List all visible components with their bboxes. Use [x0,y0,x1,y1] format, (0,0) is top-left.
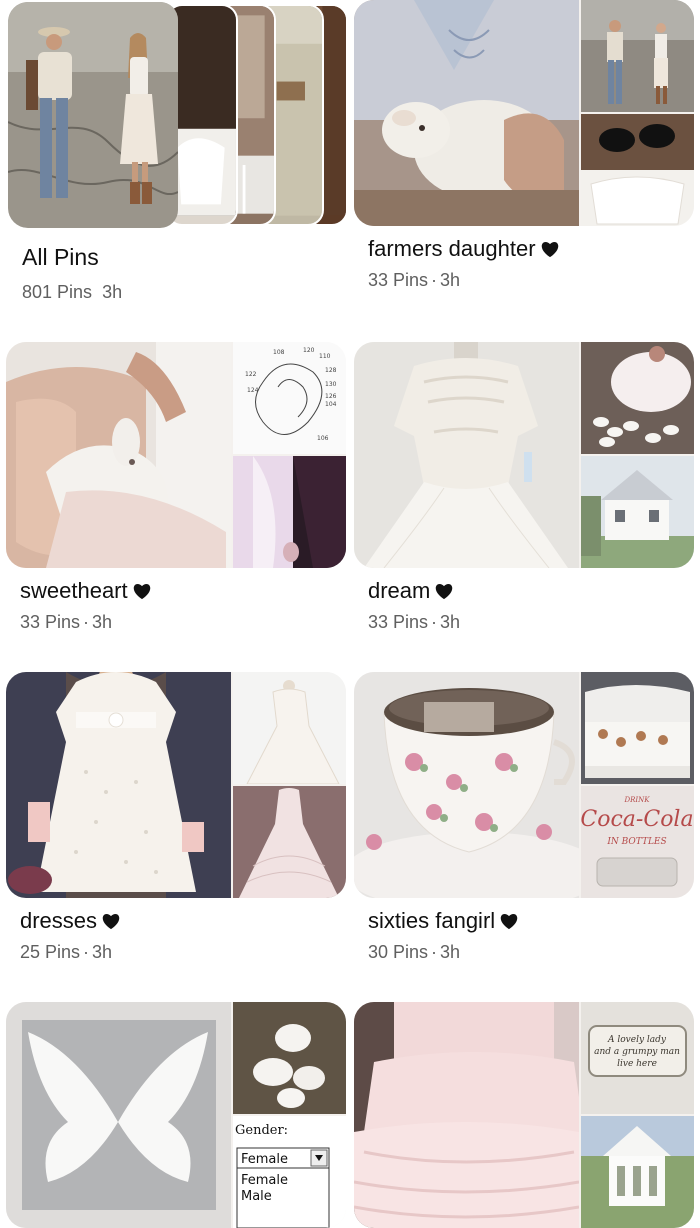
cover-image-main [354,1002,579,1228]
board-title: sweetheart [20,578,152,604]
board-sweetheart[interactable]: 108 120 110 122 128 124 130 126 104 106 [6,342,346,642]
cover-image-top-right [581,0,694,112]
cover-image-top-right [233,672,346,784]
board-meta: 25 Pins · 3h [20,942,112,963]
board-title-text: dream [368,578,431,603]
board-partial-right[interactable]: A lovely lady and a grumpy man live here [354,1002,694,1228]
pin-count: 25 Pins [20,942,81,962]
board-title: sixties fangirl [368,908,519,934]
stack-image-1 [8,2,178,228]
board-cover[interactable]: Gender: Female Female Male [6,1002,346,1228]
cover-image-top-right [581,342,694,454]
svg-text:Female: Female [241,1152,288,1167]
heart-icon [133,583,150,600]
board-meta: 30 Pins · 3h [368,942,460,963]
svg-text:130: 130 [325,381,337,388]
cover-image-bottom-right [581,1116,694,1228]
board-title: farmers daughter [368,236,560,262]
updated-time: 3h [440,270,461,290]
board-meta: 801 Pins 3h [22,282,122,303]
board-title-text: sweetheart [20,578,128,603]
cover-image-bottom-right: DRINK Coca-Cola IN BOTTLES [581,786,694,898]
heart-icon [436,583,453,600]
svg-text:live here: live here [617,1059,657,1069]
board-cover[interactable] [354,0,694,226]
cover-image-main [6,342,231,568]
board-dresses[interactable]: dresses 25 Pins · 3h [6,672,346,972]
board-meta: 33 Pins · 3h [368,612,460,633]
board-farmers-daughter[interactable]: farmers daughter 33 Pins · 3h [354,0,694,300]
svg-text:108: 108 [273,349,285,356]
board-title-text: dresses [20,908,98,933]
pin-count: 30 Pins [368,942,429,962]
updated-time: 3h [102,282,123,302]
board-cover[interactable] [8,2,348,228]
svg-text:Male: Male [241,1189,272,1204]
svg-text:128: 128 [325,367,337,374]
board-partial-left[interactable]: Gender: Female Female Male [6,1002,346,1228]
cover-image-main [6,672,231,898]
board-cover[interactable] [354,342,694,568]
cover-image-bottom-right [233,456,346,568]
board-title: All Pins [22,244,99,270]
meta-separator: · [431,942,438,962]
svg-text:110: 110 [319,353,331,360]
svg-text:A lovely lady: A lovely lady [607,1035,667,1045]
svg-text:Female: Female [241,1173,288,1188]
pin-count: 33 Pins [368,612,429,632]
board-cover[interactable]: 108 120 110 122 128 124 130 126 104 106 [6,342,346,568]
cover-image-main [6,1002,231,1228]
board-meta: 33 Pins · 3h [368,270,460,291]
cover-image-main [354,342,579,568]
board-title-text: sixties fangirl [368,908,496,933]
cover-image-bottom-right: Gender: Female Female Male [233,1116,346,1228]
svg-text:126: 126 [325,393,337,400]
board-dream[interactable]: dream 33 Pins · 3h [354,342,694,642]
cover-image-bottom-right [581,114,694,226]
svg-text:and a grumpy man: and a grumpy man [594,1047,680,1057]
board-all-pins[interactable]: All Pins 801 Pins 3h [8,2,348,312]
board-title: dream [368,578,454,604]
updated-time: 3h [440,942,461,962]
meta-separator: · [431,270,438,290]
heart-icon [102,913,120,930]
cover-image-main [354,672,579,898]
board-sixties-fangirl[interactable]: DRINK Coca-Cola IN BOTTLES sixties fangi… [354,672,694,972]
updated-time: 3h [92,942,113,962]
svg-text:122: 122 [245,371,257,378]
board-title-text: All Pins [22,244,99,270]
board-cover[interactable]: A lovely lady and a grumpy man live here [354,1002,694,1228]
svg-text:124: 124 [247,387,259,394]
pin-count: 801 Pins [22,282,93,302]
board-title: dresses [20,908,121,934]
heart-icon [541,241,558,258]
pin-count: 33 Pins [368,270,429,290]
updated-time: 3h [92,612,113,632]
cover-image-top-right: 108 120 110 122 128 124 130 126 104 106 [233,342,346,454]
cover-image-bottom-right [233,786,346,898]
cover-image-bottom-right [581,456,694,568]
board-meta: 33 Pins · 3h [20,612,112,633]
svg-text:DRINK: DRINK [623,796,650,804]
board-cover[interactable] [6,672,346,898]
board-cover[interactable]: DRINK Coca-Cola IN BOTTLES [354,672,694,898]
cover-image-main [354,0,579,226]
cover-image-top-right: A lovely lady and a grumpy man live here [581,1002,694,1114]
svg-text:106: 106 [317,435,329,442]
svg-text:120: 120 [303,347,315,354]
meta-separator: · [431,612,438,632]
heart-icon [500,913,518,930]
svg-text:Coca-Cola: Coca-Cola [581,807,694,832]
pin-count: 33 Pins [20,612,81,632]
meta-separator: · [83,942,90,962]
meta-separator: · [83,612,90,632]
cover-image-top-right [233,1002,346,1114]
updated-time: 3h [440,612,461,632]
board-title-text: farmers daughter [368,236,536,261]
cover-image-top-right [581,672,694,784]
svg-text:IN BOTTLES: IN BOTTLES [606,837,666,847]
svg-text:Gender:: Gender: [235,1123,288,1138]
svg-text:104: 104 [325,401,337,408]
